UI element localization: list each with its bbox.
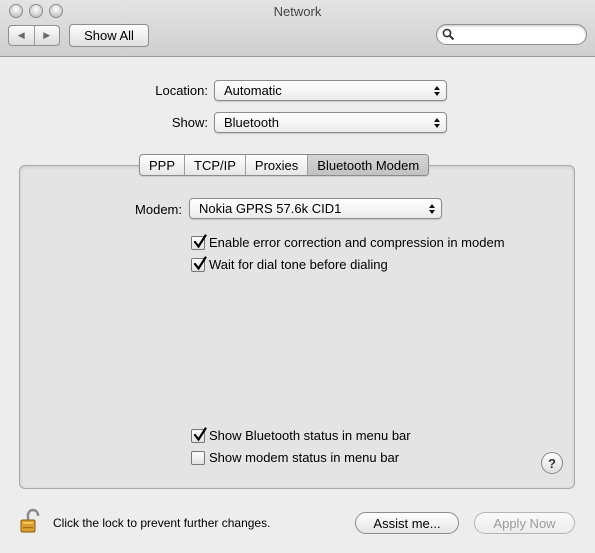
- bluetooth-status-checkbox[interactable]: [191, 426, 207, 443]
- show-value: Bluetooth: [224, 115, 279, 130]
- tab-tcp-ip[interactable]: TCP/IP: [184, 155, 245, 175]
- show-label: Show:: [171, 115, 208, 130]
- forward-button[interactable]: ▶: [33, 26, 60, 45]
- back-arrow-icon: ◀: [17, 30, 25, 40]
- modem-status-label: Show modem status in menu bar: [209, 450, 400, 465]
- location-value: Automatic: [224, 83, 282, 98]
- location-label: Location:: [155, 83, 208, 98]
- tab-ppp[interactable]: PPP: [140, 155, 184, 175]
- dial-tone-checkbox[interactable]: [191, 255, 207, 272]
- popup-arrows-icon: [428, 81, 446, 100]
- error-correction-label: Enable error correction and compression …: [209, 235, 505, 250]
- dial-tone-label: Wait for dial tone before dialing: [209, 257, 388, 272]
- apply-now-button[interactable]: Apply Now: [474, 512, 575, 534]
- modem-status-checkbox[interactable]: [191, 450, 205, 465]
- popup-arrows-icon: [423, 199, 441, 218]
- window-title: Network: [273, 4, 322, 19]
- modem-popup[interactable]: Nokia GPRS 57.6k CID1: [189, 198, 442, 219]
- assist-me-button[interactable]: Assist me...: [355, 512, 459, 534]
- tab-bar: PPP TCP/IP Proxies Bluetooth Modem: [139, 154, 430, 176]
- back-forward-control: ◀ ▶: [8, 25, 60, 46]
- tab-proxies[interactable]: Proxies: [244, 155, 307, 175]
- help-button[interactable]: ?: [541, 452, 563, 474]
- bluetooth-status-option[interactable]: Show Bluetooth status in menu bar: [191, 426, 411, 443]
- lock-message: Click the lock to prevent further change…: [53, 516, 271, 530]
- show-all-button[interactable]: Show All: [69, 24, 149, 47]
- modem-value: Nokia GPRS 57.6k CID1: [199, 201, 342, 216]
- tab-bluetooth-modem[interactable]: Bluetooth Modem: [307, 155, 429, 175]
- error-correction-option[interactable]: Enable error correction and compression …: [191, 233, 505, 250]
- modem-status-option[interactable]: Show modem status in menu bar: [191, 450, 399, 465]
- popup-arrows-icon: [428, 113, 446, 132]
- search-field[interactable]: [436, 24, 587, 45]
- back-button[interactable]: ◀: [9, 26, 34, 45]
- lock-icon[interactable]: [18, 508, 44, 534]
- show-popup[interactable]: Bluetooth: [214, 112, 447, 133]
- checkmark-icon: [193, 233, 207, 248]
- modem-label: Modem:: [135, 202, 182, 217]
- checkmark-icon: [193, 426, 207, 441]
- search-input[interactable]: [457, 26, 581, 43]
- window-toolbar: Network ◀ ▶ Show All: [0, 0, 595, 57]
- checkmark-icon: [193, 255, 207, 270]
- bluetooth-status-label: Show Bluetooth status in menu bar: [209, 428, 411, 443]
- forward-arrow-icon: ▶: [43, 30, 51, 40]
- location-popup[interactable]: Automatic: [214, 80, 447, 101]
- dial-tone-option[interactable]: Wait for dial tone before dialing: [191, 255, 388, 272]
- search-icon: [442, 28, 455, 41]
- error-correction-checkbox[interactable]: [191, 233, 207, 250]
